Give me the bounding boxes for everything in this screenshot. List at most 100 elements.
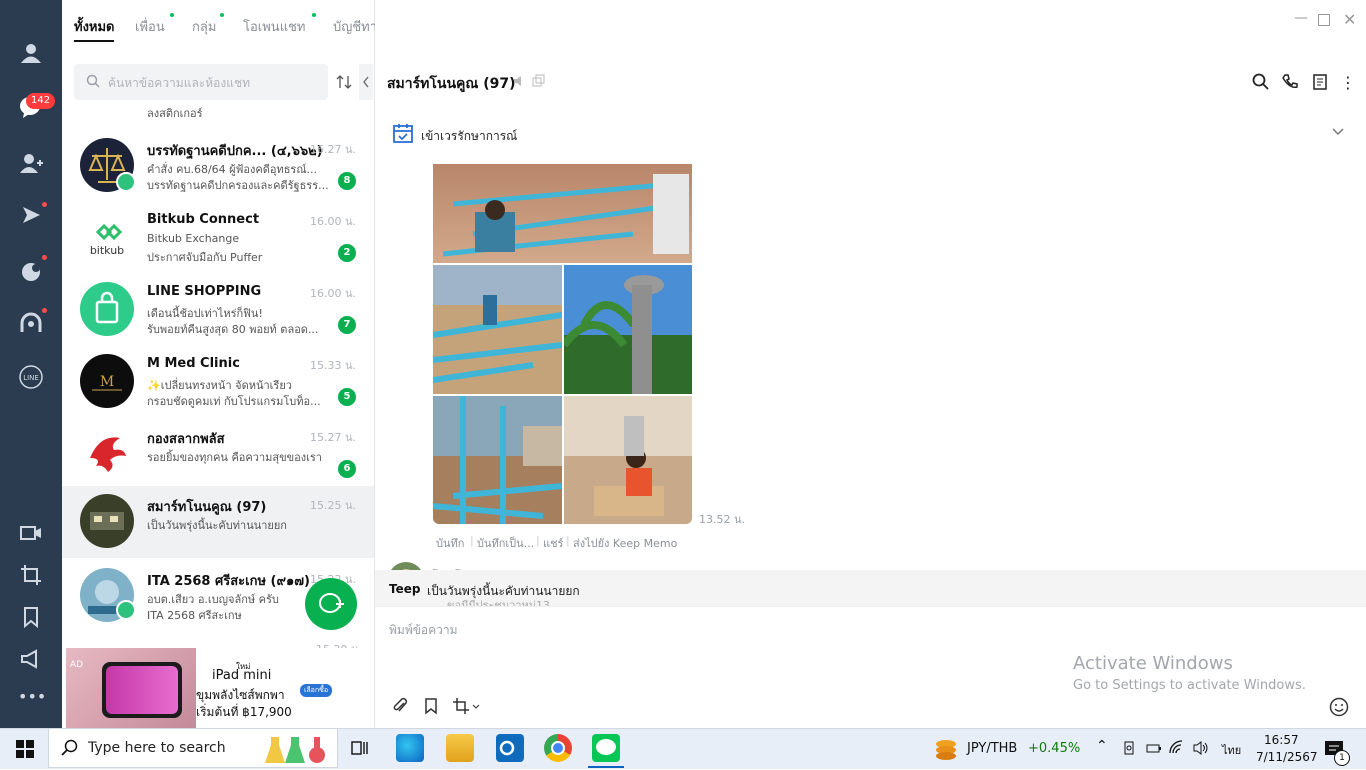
chat-name: บรรทัดฐานคดีปกค... (๔,๖๖๒) [147,144,323,159]
voom-icon[interactable] [18,202,44,228]
file-explorer-icon[interactable] [446,734,474,762]
chevron-down-icon[interactable] [1331,124,1345,141]
input-language[interactable]: ไทย [1222,741,1241,759]
wifi-icon[interactable] [1168,740,1186,759]
line-logo-icon[interactable]: LINE [18,364,44,390]
ipad-screen [106,666,178,714]
search-icon [61,739,79,760]
add-friend-icon[interactable] [18,150,44,176]
message-input[interactable]: พิมพ์ข้อความ [389,621,458,640]
photo[interactable] [564,265,692,394]
task-view-icon[interactable] [350,738,370,761]
windows-start-icon[interactable] [16,740,34,761]
tab-all[interactable]: ทั้งหมด [74,16,115,37]
chat-preview-2: ITA 2568 ศรีสะเกษ [147,609,242,622]
chat-name: สมาร์ทโนนคูณ (97) [147,500,267,515]
tab-groups-dot [220,13,224,17]
more-icon[interactable]: ••• [18,684,46,710]
photo[interactable] [564,396,692,524]
search-input[interactable]: ค้นหาข้อความและห้องแชท [74,64,328,100]
chat-time: 15.33 น. [309,359,356,372]
divider: | [536,534,540,547]
edge-app-icon[interactable] [396,734,424,762]
ad-banner[interactable]: AD ใหม่ iPad mini ขุมพลังไซส์พกพา เริ่มต… [62,648,374,728]
chat-row[interactable]: M M Med Clinic ✨เปลี่ยนทรงหน้า จัดหน้าเร… [62,346,374,418]
phone-icon[interactable] [1281,73,1299,94]
clock-time[interactable]: 16:57 [1264,733,1299,747]
photo[interactable] [433,396,562,524]
search-icon[interactable] [1252,73,1270,94]
maximize-icon[interactable] [1318,14,1330,26]
chevron-up-icon[interactable]: ⌃ [1096,738,1108,754]
chat-preview-2: รับพอยท์คืนสูงสุด 80 พอยท์ ตลอด... [147,323,319,336]
tab-openchat-dot [312,13,316,17]
tab-groups[interactable]: กลุ่ม [192,16,216,37]
ad-cta-button[interactable]: เลือกซื้อ [300,684,333,697]
chat-row[interactable]: กองสลากพลัส รอยยิ้มของทุกคน คือความสุขขอ… [62,418,374,490]
taskbar-search-box[interactable]: Type here to search [48,728,338,768]
chat-row[interactable]: บรรทัดฐานคดีปกค... (๔,๖๖๒) คำสั่ง คบ.68/… [62,130,374,202]
tab-underline [74,40,114,42]
currency-pair[interactable]: JPY/THB [967,741,1017,756]
message-time: 13.52 น. [699,513,746,526]
profile-icon[interactable] [18,40,44,66]
ghost-text: ขอมีมีประชุมวาหมู่13 [447,599,550,606]
chat-row[interactable]: bitkub Bitkub Connect Bitkub Exchange ปร… [62,202,374,274]
avatar: M [80,354,134,408]
video-call-icon[interactable] [18,520,44,546]
announcement-bar[interactable]: เข้าเวรรักษาการณ์ [375,110,1366,165]
attachment-icon[interactable] [391,697,409,718]
moments-icon[interactable] [18,258,44,284]
bitkub-logo: bitkub [80,210,134,264]
line-app-icon[interactable] [592,734,620,762]
more-vertical-icon[interactable]: ⋮ [1340,73,1356,92]
line-label: LINE [23,374,39,382]
avatar [80,494,134,548]
meet-icon[interactable] [1122,740,1138,759]
search-icon [86,74,100,91]
announcement-icon[interactable] [18,646,44,672]
keep-memo-action[interactable]: ส่งไปยัง Keep Memo [573,534,677,552]
phoenix-logo [80,426,134,480]
search-placeholder: ค้นหาข้อความและห้องแชท [108,76,251,90]
chrome-app-icon[interactable] [544,734,572,762]
activate-windows-subtitle: Go to Settings to activate Windows. [1073,678,1306,693]
new-chat-button[interactable] [305,578,357,630]
close-icon[interactable]: ✕ [1343,10,1356,29]
message-input-area[interactable]: พิมพ์ข้อความ Activate Windows Go to Sett… [375,606,1366,729]
emoji-icon[interactable] [1329,697,1349,720]
tab-friends[interactable]: เพื่อน [135,16,165,37]
sort-icon[interactable] [336,74,352,93]
openchat-icon[interactable] [18,310,44,336]
reply-preview[interactable]: Teep เป็นวันพรุ่งนี้นะคับท่านนายยก ขอมีม… [375,570,1366,606]
chat-row-selected[interactable]: สมาร์ทโนนคูณ (97) เป็นวันพรุ่งนี้นะคับท่… [62,486,374,558]
calendar-icon [392,122,414,147]
crop-icon[interactable] [18,562,44,588]
svg-text:M: M [100,374,114,390]
outlook-app-icon[interactable] [496,734,524,762]
screenshot-icon[interactable] [452,697,480,718]
unread-count: 5 [338,388,356,406]
notes-icon[interactable] [1311,73,1329,94]
collapse-list-button[interactable] [359,64,373,100]
battery-icon[interactable] [1145,740,1163,759]
tab-openchat[interactable]: โอเพนแชท [243,16,305,37]
save-as-action[interactable]: บันทึกเป็น... [477,534,534,552]
unread-count: 7 [338,316,356,334]
chat-preview-2: กรอบชัดดูคมเท่ กับโปรแกรมโบท็อ... [147,395,321,408]
chat-row[interactable]: LINE SHOPPING เดือนนี้ช้อปเท่าไหร่ก็ฟิน!… [62,274,374,346]
photo[interactable] [433,265,562,394]
moments-dot [42,255,47,260]
bookmark-icon[interactable] [18,604,44,630]
save-action[interactable]: บันทึก [436,534,464,552]
chat-preview: Bitkub Exchange [147,232,240,245]
volume-icon[interactable] [1192,740,1210,759]
tab-friends-dot [170,13,174,17]
bookmark-icon[interactable] [422,697,440,718]
clock-date[interactable]: 7/11/2567 [1256,750,1318,764]
chat-preview: เป็นวันพรุ่งนี้นะคับท่านนายยก [147,519,287,532]
openchat-badge-icon [116,600,136,620]
minimize-icon[interactable]: — [1294,10,1308,26]
share-action[interactable]: แชร์ [543,534,563,552]
photo[interactable] [433,164,692,263]
